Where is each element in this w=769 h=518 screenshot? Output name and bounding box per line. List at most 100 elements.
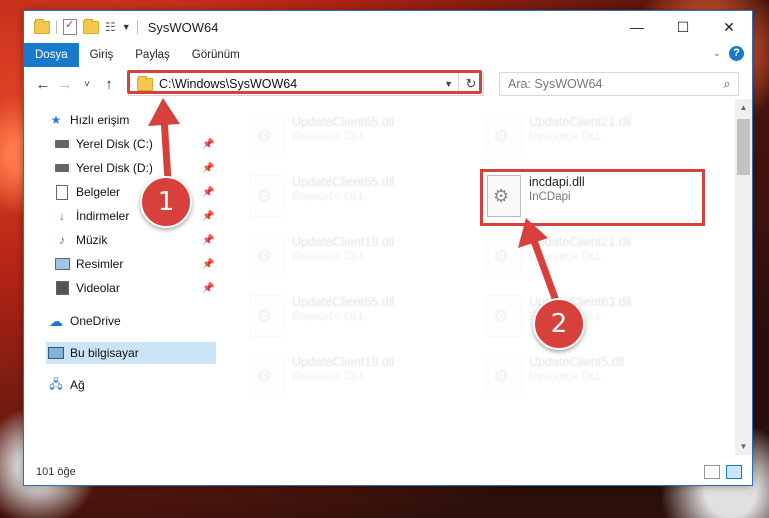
dll-file-icon xyxy=(250,295,284,337)
address-bar[interactable]: C:\Windows\SysWOW64 ▼ ↻ xyxy=(128,72,484,96)
sidebar-item-music[interactable]: ♪ Müzik 📌 xyxy=(48,229,216,251)
sidebar-item-this-pc[interactable]: Bu bilgisayar xyxy=(46,342,216,364)
search-icon[interactable]: ⌕ xyxy=(716,76,738,92)
vertical-scrollbar[interactable]: ▲ ▼ xyxy=(735,99,752,455)
address-path[interactable]: C:\Windows\SysWOW64 xyxy=(159,77,297,91)
file-name: UpdateClient21.dll xyxy=(529,235,632,249)
customize-dropdown-icon[interactable]: ▼ xyxy=(122,22,131,32)
tab-dosya[interactable]: Dosya xyxy=(24,43,79,67)
file-item[interactable]: UpdateClient63.dllResource DLL xyxy=(481,291,709,341)
sidebar-item-videos[interactable]: Videolar 📌 xyxy=(48,277,216,299)
file-name: UpdateClient65.dll xyxy=(292,175,395,189)
sidebar-item-network[interactable]: 🖧 Ağ xyxy=(48,374,85,396)
dll-file-icon xyxy=(487,115,521,157)
refresh-button[interactable]: ↻ xyxy=(458,73,483,95)
details-view-button[interactable] xyxy=(704,465,720,479)
download-icon: ↓ xyxy=(59,209,65,223)
pin-icon[interactable]: 📌 xyxy=(202,139,214,150)
file-item[interactable]: UpdateClient5.dll Resource DLL xyxy=(481,351,709,401)
file-name: UpdateClient21.dll xyxy=(529,115,632,129)
title-bar[interactable]: ☷ ▼ SysWOW64 — ☐ ✕ xyxy=(24,11,752,43)
pin-icon[interactable]: 📌 xyxy=(202,211,214,222)
search-box[interactable]: Ara: SysWOW64 ⌕ xyxy=(499,72,739,96)
recent-locations-button[interactable]: ˅ xyxy=(76,79,98,90)
tiles-view-button[interactable] xyxy=(726,465,742,479)
pin-icon[interactable]: 📌 xyxy=(202,283,214,294)
pin-icon[interactable]: 📌 xyxy=(202,163,214,174)
sidebar-item-label: İndirmeler xyxy=(76,209,130,223)
pin-icon[interactable]: 📌 xyxy=(202,259,214,270)
expand-ribbon-icon[interactable]: ⌄ xyxy=(713,48,721,59)
scroll-up-button[interactable]: ▲ xyxy=(735,99,752,116)
drive-icon xyxy=(54,137,70,151)
file-description: Resource DLL xyxy=(292,131,366,143)
file-item[interactable]: UpdateClient65.dll Resource DLL xyxy=(244,111,472,161)
window-controls: — ☐ ✕ xyxy=(614,11,752,43)
new-folder-icon[interactable] xyxy=(83,18,99,34)
sidebar-item-pictures[interactable]: Resimler 📌 xyxy=(48,253,216,275)
maximize-button[interactable]: ☐ xyxy=(660,11,706,43)
pin-icon[interactable]: 📌 xyxy=(202,187,214,198)
network-icon: 🖧 xyxy=(49,376,63,391)
step-1-badge: 1 xyxy=(140,176,192,228)
forward-button[interactable]: → xyxy=(54,76,76,93)
customize-icon[interactable]: ☷ xyxy=(105,20,116,34)
sidebar-item-label: Resimler xyxy=(76,257,124,271)
address-dropdown-icon[interactable]: ▼ xyxy=(444,79,453,89)
tab-gorunum[interactable]: Görünüm xyxy=(181,43,251,67)
navigation-pane: ★ Hızlı erişim Yerel Disk (C:) 📌 Yerel D… xyxy=(24,107,216,452)
file-description: Resource DLL xyxy=(292,251,366,263)
sidebar-item-onedrive[interactable]: ☁ OneDrive xyxy=(48,310,121,332)
pin-icon[interactable]: 📌 xyxy=(202,235,214,246)
file-item[interactable]: UpdateClient65.dll Resource DLL xyxy=(244,171,472,221)
dll-file-icon xyxy=(487,235,521,277)
minimize-button[interactable]: — xyxy=(614,11,660,43)
back-button[interactable]: ← xyxy=(32,76,54,93)
dll-file-icon xyxy=(250,235,284,277)
file-name: UpdateClient65.dll xyxy=(292,295,395,309)
file-description: Resource DLL xyxy=(529,371,603,383)
sidebar-item-label: Bu bilgisayar xyxy=(70,346,139,360)
step-2-badge: 2 xyxy=(533,298,585,350)
ribbon-right-controls: ⌄ ? xyxy=(713,46,744,61)
file-item[interactable]: UpdateClient65.dll Resource DLL xyxy=(244,291,472,341)
scroll-down-button[interactable]: ▼ xyxy=(735,438,752,455)
help-button[interactable]: ? xyxy=(729,46,744,61)
quick-access-toolbar: ☷ ▼ xyxy=(24,18,138,35)
sidebar-item-drive-d[interactable]: Yerel Disk (D:) 📌 xyxy=(48,157,216,179)
file-item[interactable]: UpdateClient21.dll Resource DLL xyxy=(481,111,709,161)
tab-giris[interactable]: Giriş xyxy=(79,43,125,67)
drive-icon xyxy=(54,161,70,175)
toolbar-separator xyxy=(136,20,138,34)
tab-paylas[interactable]: Paylaş xyxy=(124,43,181,67)
navigation-bar: ← → ˅ ↑ C:\Windows\SysWOW64 ▼ ↻ Ara: Sys… xyxy=(24,69,752,99)
ribbon-tabs: Dosya Giriş Paylaş Görünüm ⌄ ? xyxy=(24,43,752,67)
file-name: UpdateClient19.dll xyxy=(292,355,395,369)
sidebar-item-label: OneDrive xyxy=(70,314,121,328)
file-description: Resource DLL xyxy=(292,371,366,383)
dll-file-icon xyxy=(250,175,284,217)
sidebar-item-label: Ağ xyxy=(70,378,85,392)
sidebar-item-label: Videolar xyxy=(76,281,120,295)
videos-icon xyxy=(54,281,70,295)
sidebar-item-drive-c[interactable]: Yerel Disk (C:) 📌 xyxy=(48,133,216,155)
file-item[interactable]: UpdateClient19.dll Resource DLL xyxy=(244,351,472,401)
folder-icon xyxy=(137,75,153,91)
dll-file-icon xyxy=(250,355,284,397)
file-item[interactable]: UpdateClient19.dll Resource DLL xyxy=(244,231,472,281)
search-input[interactable]: Ara: SysWOW64 xyxy=(508,77,716,91)
file-item[interactable]: UpdateClient21.dll Resource DLL xyxy=(481,231,709,281)
properties-icon[interactable] xyxy=(63,18,77,35)
documents-icon xyxy=(54,184,70,200)
close-button[interactable]: ✕ xyxy=(706,11,752,43)
file-name: UpdateClient19.dll xyxy=(292,235,395,249)
sidebar-item-label: Belgeler xyxy=(76,185,121,199)
view-switcher xyxy=(704,465,742,479)
scroll-thumb[interactable] xyxy=(737,119,750,175)
item-count: 101 öğe xyxy=(36,466,76,478)
computer-icon xyxy=(48,346,64,360)
incdapi-highlight xyxy=(480,169,705,226)
sidebar-item-quick-access[interactable]: ★ Hızlı erişim xyxy=(48,109,130,131)
up-button[interactable]: ↑ xyxy=(98,76,120,93)
dll-file-icon xyxy=(487,295,521,337)
